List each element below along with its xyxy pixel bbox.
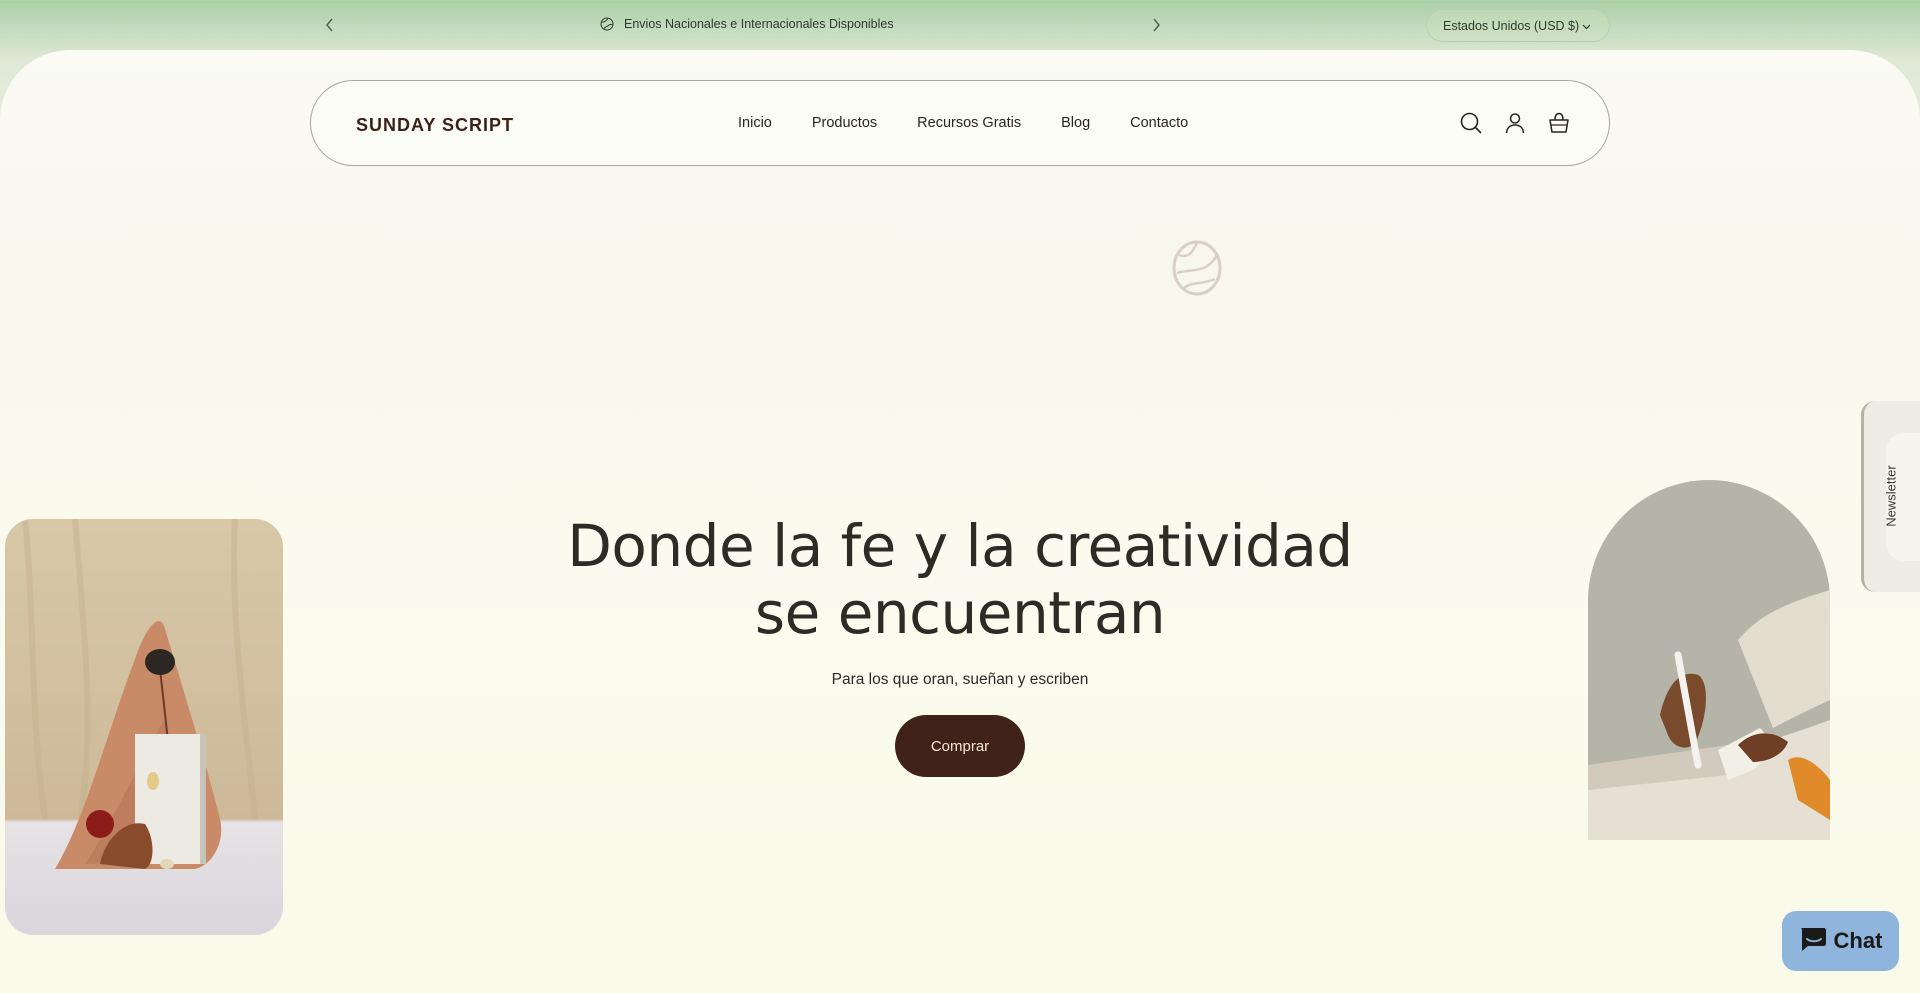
chat-label: Chat [1833, 928, 1883, 953]
brand-emblem-icon [1171, 239, 1223, 297]
hero-image-left [5, 519, 283, 935]
newsletter-label: Newsletter [1883, 465, 1899, 527]
main-nav: Inicio Productos Recursos Gratis Blog Co… [738, 115, 1188, 131]
nav-item-productos[interactable]: Productos [812, 115, 877, 131]
globe-icon [600, 17, 614, 31]
shop-button[interactable]: Comprar [895, 715, 1025, 777]
currency-label: Estados Unidos (USD $) [1443, 18, 1580, 33]
chevron-down-icon [1582, 19, 1591, 33]
announcement-text: Envios Nacionales e Internacionales Disp… [624, 17, 894, 31]
nav-item-contacto[interactable]: Contacto [1130, 115, 1188, 131]
hero-image-right [1588, 480, 1830, 840]
main-panel: SUNDAY SCRIPT Inicio Productos Recursos … [0, 50, 1920, 993]
account-icon[interactable] [1503, 111, 1527, 135]
cart-icon[interactable] [1547, 111, 1571, 135]
chevron-right-icon[interactable] [1144, 13, 1168, 37]
header-icons [1459, 111, 1571, 135]
site-header: SUNDAY SCRIPT Inicio Productos Recursos … [310, 80, 1610, 166]
hero-title: Donde la fe y la creatividad se encuentr… [560, 513, 1360, 647]
nav-item-blog[interactable]: Blog [1061, 115, 1090, 131]
currency-selector[interactable]: Estados Unidos (USD $) [1426, 9, 1610, 42]
nav-item-inicio[interactable]: Inicio [738, 115, 772, 131]
hero-title-line-1: Donde la fe y la creatividad [567, 512, 1353, 580]
hero-title-line-2: se encuentran [754, 579, 1166, 647]
chat-bubble-icon [1799, 926, 1827, 957]
nav-item-recursos-gratis[interactable]: Recursos Gratis [917, 115, 1021, 131]
search-icon[interactable] [1459, 111, 1483, 135]
chat-button[interactable]: Chat [1782, 911, 1899, 971]
hero-subtitle: Para los que oran, sueñan y escriben [831, 671, 1089, 688]
site-logo[interactable]: SUNDAY SCRIPT [356, 115, 514, 136]
announcement-bar: Envios Nacionales e Internacionales Disp… [0, 0, 1920, 50]
announcement-message: Envios Nacionales e Internacionales Disp… [600, 17, 894, 31]
chevron-left-icon[interactable] [318, 13, 342, 37]
